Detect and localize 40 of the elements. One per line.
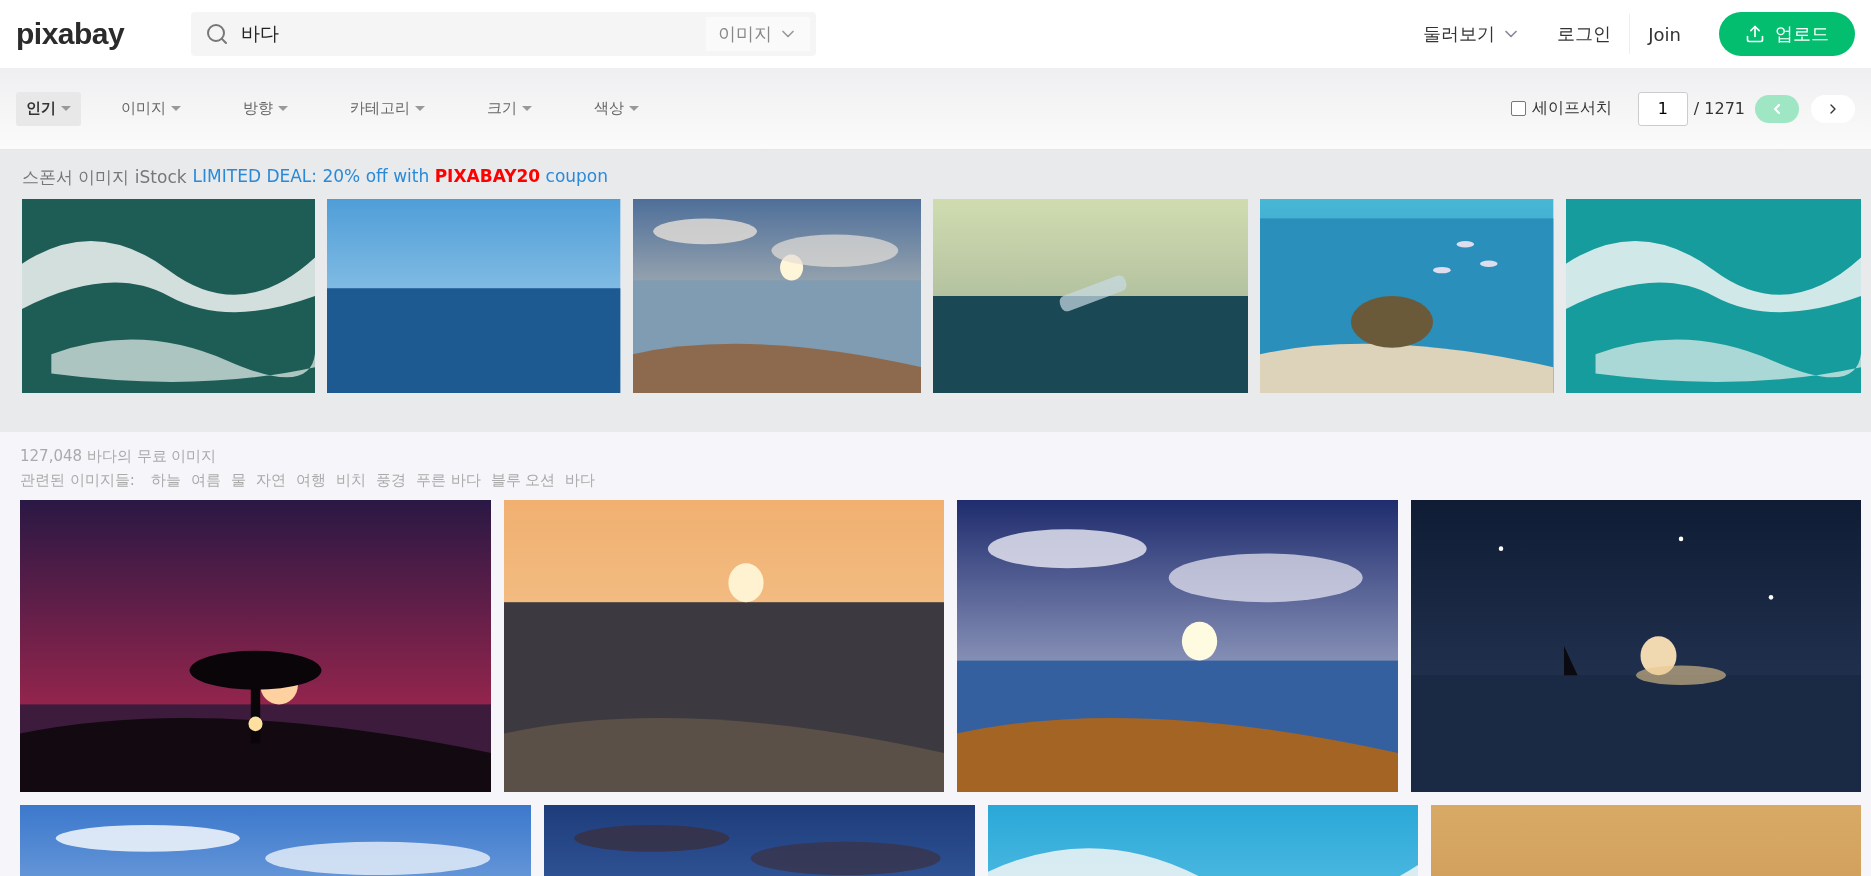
explore-menu[interactable]: 둘러보기 [1405,14,1540,54]
related-tag[interactable]: 자연 [255,468,286,492]
logo[interactable]: pixabay [16,17,191,51]
sponsor-label: 스폰서 이미지 iStock [22,166,187,189]
related-tag[interactable]: 물 [230,468,246,492]
safe-search-label: 세이프서치 [1531,98,1612,119]
upload-button[interactable]: 업로드 [1719,12,1855,56]
filter-dropdown[interactable]: 카테고리 [340,91,435,126]
filter-dropdown[interactable]: 인기 [16,91,81,126]
page-total: / 1271 [1693,99,1745,118]
next-page-button[interactable] [1811,94,1855,123]
related-tag[interactable]: 여행 [295,468,326,492]
nav-link[interactable]: Join [1629,14,1699,54]
coupon-link[interactable]: LIMITED DEAL: 20% off with PIXABAY20 coupon [192,166,609,189]
caret-icon [61,106,71,111]
caret-icon [171,106,181,111]
related-tag[interactable]: 블루 오션 [490,468,556,492]
nav-link[interactable]: 로그인 [1539,14,1630,54]
related-tag[interactable]: 여름 [190,468,221,492]
filter-dropdown[interactable]: 이미지 [111,91,191,126]
caret-icon [629,106,639,111]
related-tag[interactable]: 풍경 [375,468,406,492]
related-label: 관련된 이미지들: [20,470,135,491]
filter-dropdown[interactable]: 크기 [477,91,542,126]
related-tag[interactable]: 바다 [565,468,596,492]
upload-icon [1745,24,1765,44]
search-icon [205,22,229,46]
related-tag[interactable]: 비치 [335,468,366,492]
filter-dropdown[interactable]: 방향 [233,91,298,126]
result-count: 127,048 바다의 무료 이미지 [20,446,218,467]
related-tag[interactable]: 하늘 [150,468,181,492]
caret-icon [278,106,288,111]
search-field[interactable]: 바다 이미지 [191,12,816,56]
filter-dropdown[interactable]: 색상 [584,91,649,126]
caret-icon [522,106,532,111]
type-dropdown[interactable]: 이미지 [706,17,810,51]
related-tag[interactable]: 푸른 바다 [415,468,481,492]
safe-search-checkbox[interactable] [1510,101,1526,116]
caret-icon [415,106,425,111]
page-input[interactable]: 1 [1637,91,1688,126]
